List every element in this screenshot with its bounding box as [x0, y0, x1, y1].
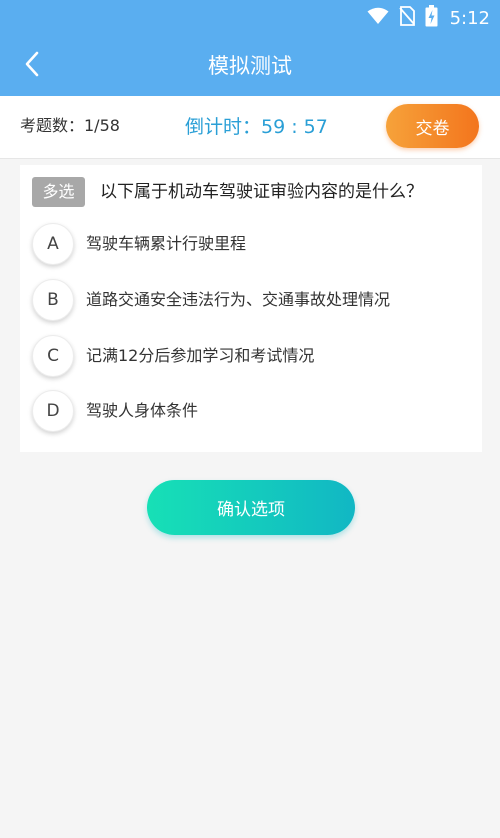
status-icons: 5:12: [367, 5, 490, 31]
option-d[interactable]: D 驾驶人身体条件: [32, 390, 472, 436]
page-title: 模拟测试: [208, 54, 292, 78]
question-count: 考题数：1/58: [20, 116, 120, 135]
option-text: 道路交通安全违法行为、交通事故处理情况: [86, 290, 391, 309]
option-letter-circle: B: [32, 279, 74, 321]
wifi-icon: [367, 7, 389, 29]
option-b[interactable]: B 道路交通安全违法行为、交通事故处理情况: [32, 279, 472, 325]
option-c[interactable]: C 记满12分后参加学习和考试情况: [32, 335, 472, 381]
top-navigation-bar: 模拟测试: [0, 36, 500, 96]
countdown-timer: 倒计时：59 : 57: [185, 116, 328, 138]
option-letter-circle: A: [32, 223, 74, 265]
option-text: 驾驶车辆累计行驶里程: [86, 234, 247, 253]
battery-charging-icon: [425, 5, 438, 31]
question-text: 以下属于机动车驾驶证审验内容的是什么？: [100, 182, 423, 202]
no-sim-icon: [398, 6, 415, 30]
question-type-badge: 多选: [32, 177, 85, 207]
option-letter-circle: C: [32, 335, 74, 377]
status-bar: 5:12: [0, 0, 500, 36]
option-letter-circle: D: [32, 390, 74, 432]
option-text: 驾驶人身体条件: [86, 401, 199, 420]
question-card: 多选 以下属于机动车驾驶证审验内容的是什么？ A 驾驶车辆累计行驶里程 B 道路…: [20, 165, 482, 452]
option-text: 记满12分后参加学习和考试情况: [86, 346, 315, 365]
submit-exam-button[interactable]: 交卷: [386, 104, 479, 148]
status-time: 5:12: [449, 7, 490, 29]
confirm-selection-button[interactable]: 确认选项: [147, 480, 355, 535]
option-a[interactable]: A 驾驶车辆累计行驶里程: [32, 223, 472, 269]
